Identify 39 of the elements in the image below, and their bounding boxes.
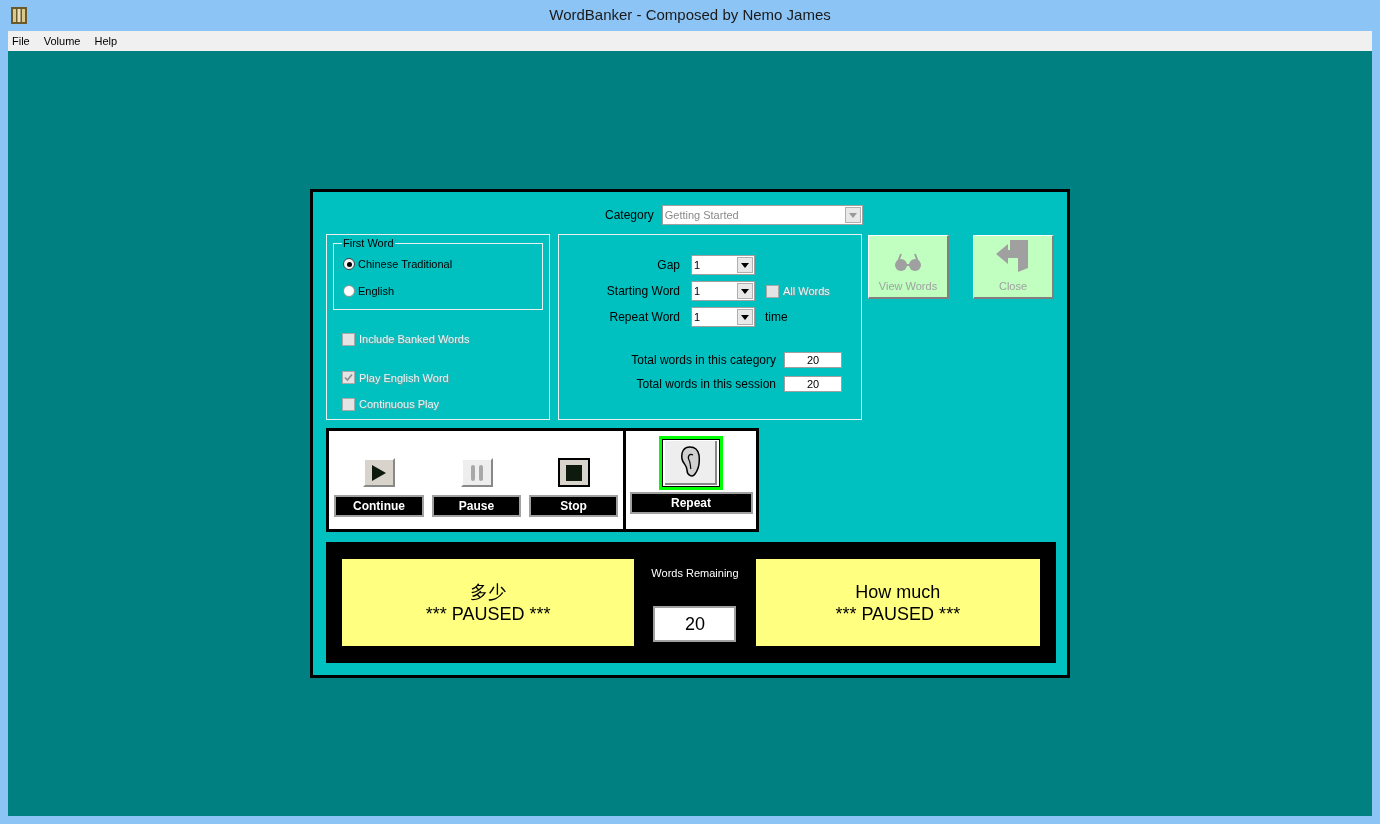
menu-item[interactable]: File bbox=[12, 32, 30, 50]
pause-icon bbox=[470, 464, 483, 481]
check-mark-icon bbox=[344, 373, 353, 383]
repeat-button[interactable] bbox=[659, 436, 723, 490]
play-icon bbox=[372, 464, 386, 481]
transport-button[interactable] bbox=[557, 458, 590, 487]
repeat-label: Repeat bbox=[629, 492, 753, 514]
setting-dropdown[interactable]: 1 bbox=[691, 281, 755, 301]
transport-label: Pause bbox=[432, 495, 521, 517]
display-text: *** PAUSED *** bbox=[835, 602, 961, 625]
transport-label: Stop bbox=[529, 495, 618, 517]
radio-option[interactable]: Chinese Traditional bbox=[343, 256, 542, 273]
remaining-count: 20 bbox=[653, 605, 737, 642]
glasses-icon bbox=[894, 251, 922, 272]
app-book-icon bbox=[11, 7, 27, 24]
total-field: 20 bbox=[784, 376, 842, 392]
display-text: *** PAUSED *** bbox=[425, 602, 551, 625]
setting-label: Starting Word bbox=[605, 283, 680, 300]
total-label: Total words in this category bbox=[630, 352, 776, 369]
total-field: 20 bbox=[784, 352, 842, 368]
setting-dropdown[interactable]: 1 bbox=[691, 307, 755, 327]
radio-option[interactable]: English bbox=[343, 282, 542, 299]
category-label: Category bbox=[605, 207, 654, 224]
menu-item[interactable]: Volume bbox=[43, 32, 81, 50]
remaining-label: Words Remaining bbox=[651, 566, 739, 582]
exit-door-icon bbox=[996, 239, 1030, 272]
menu-item[interactable]: Help bbox=[94, 32, 118, 50]
setting-label: Repeat Word bbox=[608, 309, 680, 326]
group-legend: First Word bbox=[342, 237, 395, 249]
setting-label: Gap bbox=[656, 257, 680, 274]
unit-label: time bbox=[765, 309, 788, 326]
total-label: Total words in this session bbox=[635, 376, 776, 393]
setting-dropdown[interactable]: 1 bbox=[691, 255, 755, 275]
ear-icon bbox=[679, 445, 701, 479]
stop-icon bbox=[565, 464, 582, 481]
display-text: How much bbox=[855, 580, 941, 603]
display-text: 多少 bbox=[470, 580, 507, 603]
window-title: WordBanker - Composed by Nemo James bbox=[549, 5, 831, 26]
transport-label: Continue bbox=[334, 495, 424, 517]
